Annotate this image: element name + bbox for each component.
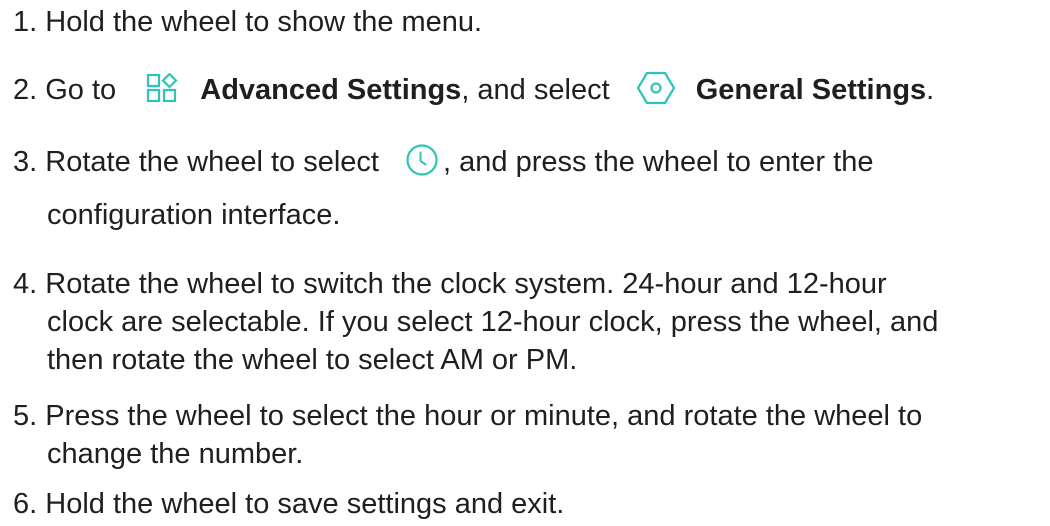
step-text-after: . (926, 74, 935, 106)
step-number: 5. (13, 400, 38, 432)
step-1: 1. Hold the wheel to show the menu. (13, 0, 482, 44)
step-number: 3. (13, 146, 38, 178)
step-4-line-3: then rotate the wheel to select AM or PM… (47, 344, 578, 376)
step-text: Hold the wheel to save settings and exit… (45, 488, 565, 520)
step-text-before: Rotate the wheel to select (45, 146, 379, 178)
step-6: 6. Hold the wheel to save settings and e… (13, 482, 564, 526)
step-2: 2. Go to Advanced Settings, and select G… (13, 68, 934, 112)
menu-general-settings: General Settings (695, 74, 927, 106)
step-number: 1. (13, 6, 38, 38)
step-text-middle: , and select (461, 74, 610, 106)
general-settings-icon (636, 71, 676, 105)
clock-icon (405, 143, 439, 177)
step-3-line-2: configuration interface. (47, 199, 341, 231)
step-3: 3. Rotate the wheel to select , and pres… (13, 140, 873, 184)
instruction-list: 1. Hold the wheel to show the menu. 2. G… (0, 0, 1050, 520)
step-number: 2. (13, 74, 38, 106)
step-number: 4. (13, 268, 38, 300)
step-text: Press the wheel to select the hour or mi… (45, 400, 923, 432)
step-text: Hold the wheel to show the menu. (45, 6, 483, 38)
step-text-after: , and press the wheel to enter the (443, 146, 874, 178)
step-number: 6. (13, 488, 38, 520)
advanced-settings-icon (146, 73, 180, 103)
menu-advanced-settings: Advanced Settings (200, 74, 462, 106)
step-5-line-2: change the number. (47, 438, 304, 470)
step-text-before: Go to (45, 74, 117, 106)
step-text: Rotate the wheel to switch the clock sys… (45, 268, 887, 300)
